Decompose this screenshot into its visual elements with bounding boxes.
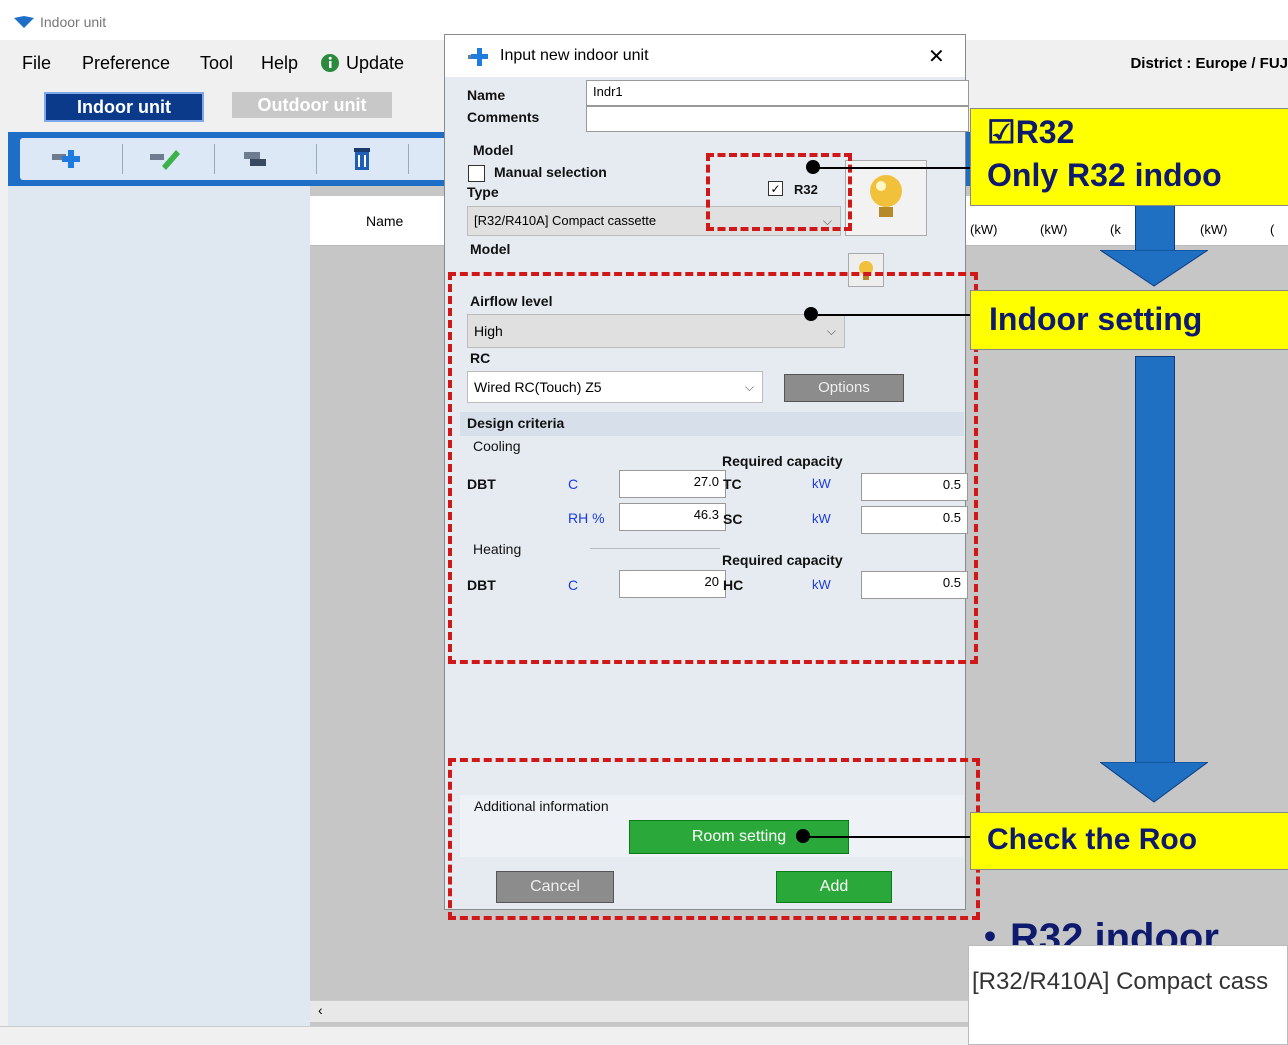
indoor-setting-highlight-box: [448, 272, 978, 664]
model-label-2: Model: [470, 241, 511, 257]
column-unit: (kW): [1040, 222, 1068, 237]
column-unit: (: [1270, 222, 1275, 237]
comments-label: Comments: [467, 109, 540, 125]
column-unit: (kW): [1200, 222, 1228, 237]
toolbar-separator: [316, 144, 317, 174]
tab-outdoor-unit[interactable]: Outdoor unit: [232, 92, 392, 118]
type-list-snippet-text: [R32/R410A] Compact cass: [972, 968, 1269, 995]
leader-line: [818, 314, 970, 316]
manual-selection-checkbox[interactable]: [468, 165, 485, 182]
name-label: Name: [467, 87, 506, 103]
toolbar-group: [20, 138, 450, 180]
indoor-setting-callout: Indoor setting: [970, 290, 1288, 350]
manual-selection-label: Manual selection: [494, 164, 607, 180]
menu-tool[interactable]: Tool: [200, 53, 233, 74]
arrow-down-icon: [1100, 250, 1208, 287]
scroll-left-icon[interactable]: ‹: [318, 1002, 323, 1018]
type-select-value: [R32/R410A] Compact cassette: [474, 213, 657, 228]
app-icon: [14, 16, 34, 28]
r32-callout-title: ☑R32: [987, 114, 1075, 150]
leader-dot: [804, 307, 818, 321]
info-icon: [321, 54, 339, 72]
name-field[interactable]: Indr1: [586, 80, 969, 106]
r32-callout: ☑R32 Only R32 indoo: [970, 108, 1288, 206]
bottom-actions-highlight-box: [448, 758, 980, 920]
arrow-shaft: [1135, 356, 1175, 766]
leader-line: [808, 836, 970, 838]
district-label: District : Europe / FUJ: [1130, 55, 1288, 72]
unit-tree-panel[interactable]: [8, 186, 310, 1026]
menu-update[interactable]: Update: [346, 53, 404, 74]
model-label: Model: [473, 142, 514, 158]
leader-line: [818, 167, 970, 169]
arrow-down-icon: [1100, 762, 1208, 803]
leader-dot: [806, 160, 820, 174]
column-name[interactable]: Name: [366, 213, 403, 229]
dialog-title: Input new indoor unit: [500, 47, 649, 64]
toolbar-separator: [408, 144, 409, 174]
column-unit: (k: [1110, 222, 1121, 237]
type-label: Type: [467, 184, 499, 200]
tab-indoor-unit[interactable]: Indoor unit: [44, 92, 204, 122]
r32-callout-desc: Only R32 indoo: [987, 157, 1222, 193]
toolbar-separator: [214, 144, 215, 174]
toolbar-separator: [122, 144, 123, 174]
copy-unit-icon[interactable]: [240, 146, 274, 172]
r32-highlight-box: [706, 153, 852, 231]
delete-icon[interactable]: [345, 146, 379, 172]
recommend-button[interactable]: [845, 160, 927, 236]
window-title: Indoor unit: [40, 14, 107, 30]
room-check-callout: Check the Roo: [970, 812, 1288, 870]
leader-dot: [796, 829, 810, 843]
lightbulb-icon: [870, 175, 902, 217]
add-unit-icon[interactable]: [50, 146, 84, 172]
add-indoor-icon: [468, 48, 488, 66]
edit-unit-icon[interactable]: [148, 146, 182, 172]
column-unit: (kW): [970, 222, 998, 237]
menu-file[interactable]: File: [22, 53, 51, 74]
menu-help[interactable]: Help: [261, 53, 298, 74]
menu-preference[interactable]: Preference: [82, 53, 170, 74]
comments-field[interactable]: [586, 106, 969, 132]
close-icon[interactable]: ✕: [928, 44, 945, 69]
